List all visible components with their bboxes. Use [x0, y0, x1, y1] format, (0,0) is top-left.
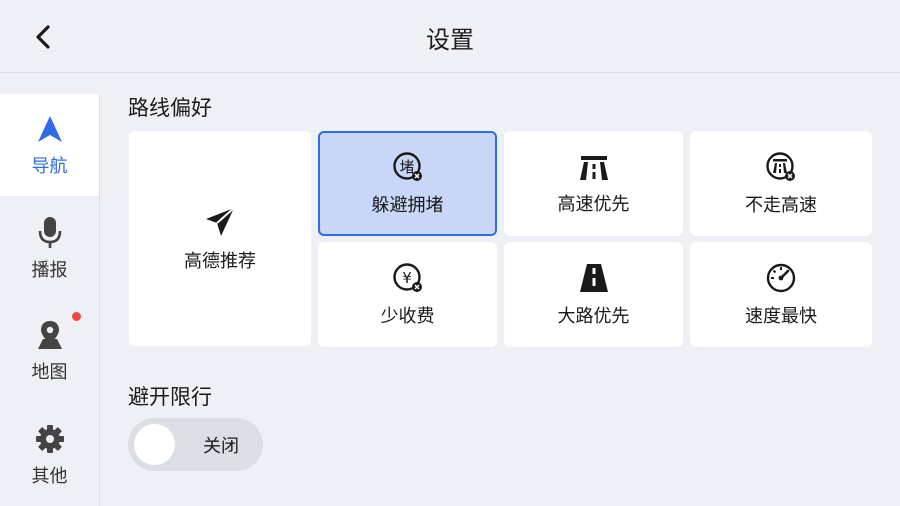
top-bar: 设置 — [0, 0, 900, 73]
option-label: 速度最快 — [745, 305, 817, 327]
option-label: 躲避拥堵 — [371, 194, 444, 216]
option-highway-first[interactable]: 高速优先 — [504, 131, 683, 236]
notification-badge — [71, 312, 81, 321]
option-no-highway[interactable]: 不走高速 — [690, 131, 872, 236]
sidebar: 导航 播报 地图 其他 — [0, 94, 100, 506]
sidebar-item-broadcast[interactable]: 播报 — [0, 198, 99, 300]
option-less-toll[interactable]: ¥ 少收费 — [318, 242, 497, 347]
speedometer-icon — [766, 263, 796, 292]
toggle-knob — [134, 424, 175, 465]
main-road-icon — [579, 263, 608, 292]
less-toll-icon: ¥ — [392, 262, 422, 292]
option-label: 大路优先 — [557, 305, 630, 327]
avoid-restriction-title: 避开限行 — [128, 385, 212, 409]
option-label: 不走高速 — [745, 194, 817, 216]
option-label: 高速优先 — [557, 193, 630, 215]
svg-text:堵: 堵 — [399, 158, 414, 176]
highway-icon — [579, 155, 608, 180]
sidebar-item-map[interactable]: 地图 — [0, 300, 99, 402]
option-label: 高德推荐 — [184, 250, 256, 272]
option-label: 少收费 — [380, 305, 435, 327]
no-highway-icon — [766, 151, 795, 181]
sidebar-item-other[interactable]: 其他 — [0, 404, 99, 506]
route-preference-title: 路线偏好 — [128, 96, 212, 120]
navigation-arrow-icon — [33, 112, 67, 146]
sidebar-item-label: 播报 — [31, 260, 68, 281]
gear-icon — [33, 422, 67, 456]
microphone-icon — [33, 216, 67, 250]
sidebar-item-label: 地图 — [31, 362, 68, 383]
sidebar-item-navigation[interactable]: 导航 — [0, 94, 99, 196]
option-amap-recommended[interactable]: 高德推荐 — [129, 131, 311, 346]
sidebar-item-label: 导航 — [31, 156, 68, 177]
option-avoid-congestion[interactable]: 堵 躲避拥堵 — [318, 131, 497, 236]
sidebar-item-label: 其他 — [31, 466, 68, 487]
avoid-restriction-toggle[interactable]: 关闭 — [128, 418, 263, 471]
option-main-road-first[interactable]: 大路优先 — [504, 242, 683, 347]
page-title: 设置 — [426, 26, 474, 54]
paper-plane-icon — [206, 206, 235, 236]
avoid-congestion-icon: 堵 — [392, 151, 422, 181]
svg-text:¥: ¥ — [402, 269, 412, 287]
option-fastest[interactable]: 速度最快 — [690, 242, 872, 347]
map-pin-icon — [33, 312, 81, 352]
toggle-label: 关闭 — [203, 436, 239, 457]
